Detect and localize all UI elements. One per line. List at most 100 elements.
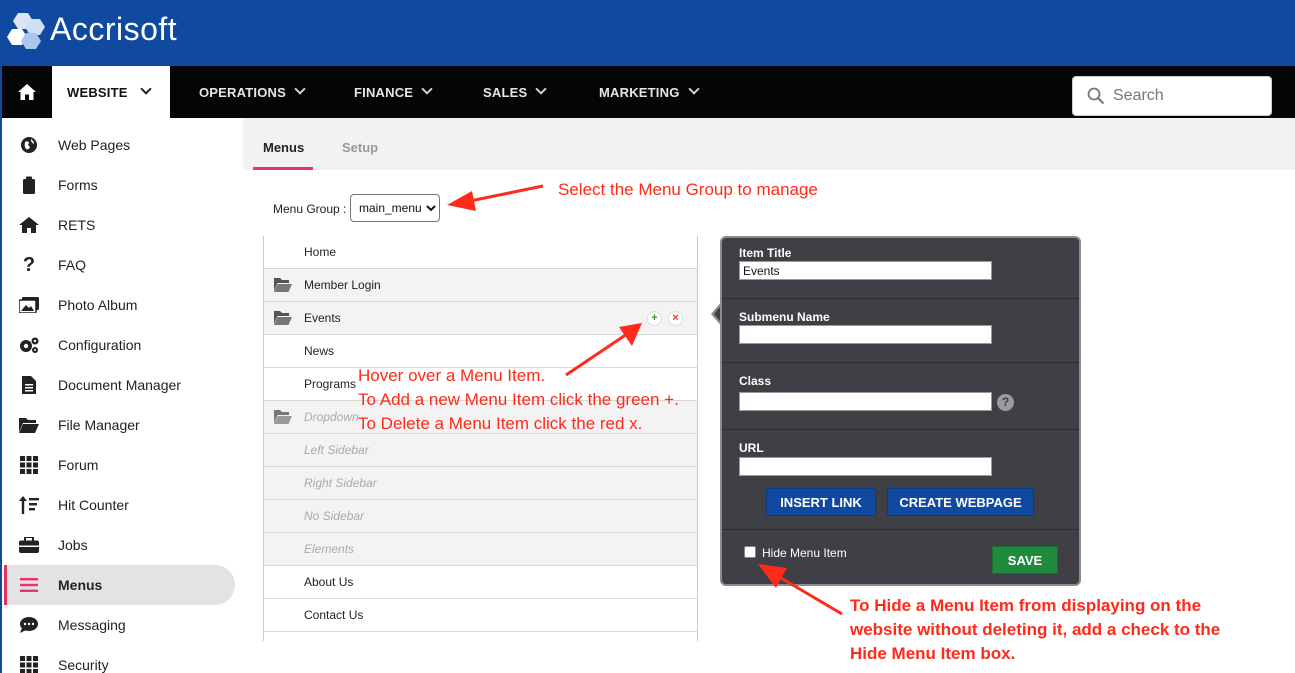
sidebar-item-jobs[interactable]: Jobs [4, 525, 235, 565]
menu-item-label: Programs [304, 377, 357, 391]
divider [722, 529, 1079, 530]
menu-item-label: Contact Us [304, 608, 364, 622]
home-icon [18, 214, 40, 236]
menu-item-label: About Us [304, 575, 354, 589]
sidebar-item-label: File Manager [58, 417, 140, 433]
sidebar-item-label: Menus [58, 577, 103, 593]
submenu-name-input[interactable] [739, 325, 992, 344]
menu-item-about-us[interactable]: About Us [264, 566, 697, 599]
sidebar-item-menus[interactable]: Menus [4, 565, 235, 605]
hide-menu-item-checkbox[interactable] [744, 546, 756, 558]
sidebar-item-document-manager[interactable]: Document Manager [4, 365, 235, 405]
chevron-down-icon [139, 83, 152, 95]
menu-item-label: News [304, 344, 335, 358]
grid-icon [18, 654, 40, 673]
menu-item-list: Home Member Login Events + × News Progra… [263, 236, 698, 641]
brand-name: Accrisoft [50, 11, 178, 47]
annotation-hide-line2: website without deleting it, add a check… [850, 620, 1221, 639]
menu-item-no-sidebar[interactable]: No Sidebar [264, 500, 697, 533]
nav-operations-label: OPERATIONS [199, 84, 286, 100]
chevron-down-icon [421, 83, 433, 95]
menu-item-edit-panel: Item Title Submenu Name Class ? URL INSE… [720, 236, 1081, 586]
menu-group-label: Menu Group : [273, 202, 347, 216]
sidebar-item-label: Forum [58, 457, 99, 473]
item-title-label: Item Title [739, 246, 792, 260]
sidebar-item-security[interactable]: Security [4, 645, 235, 673]
menu-item-contact-us[interactable]: Contact Us [264, 599, 697, 632]
url-label: URL [739, 441, 764, 455]
menu-item-left-sidebar[interactable]: Left Sidebar [264, 434, 697, 467]
sidebar-item-label: Photo Album [58, 297, 138, 313]
menu-icon [18, 574, 40, 596]
sidebar-item-label: FAQ [58, 257, 87, 273]
sidebar-item-forum[interactable]: Forum [4, 445, 235, 485]
nav-finance[interactable]: FINANCE [354, 66, 433, 118]
menu-item-label: Right Sidebar [304, 476, 377, 490]
sidebar-item-configuration[interactable]: Configuration [4, 325, 235, 365]
sidebar-item-faq[interactable]: ? FAQ [4, 245, 235, 285]
menu-item-label: Home [304, 245, 337, 259]
sidebar-item-rets[interactable]: RETS [4, 205, 235, 245]
menu-item-member-login[interactable]: Member Login [264, 269, 697, 302]
sidebar-item-label: Jobs [58, 537, 88, 553]
help-icon[interactable]: ? [997, 394, 1014, 411]
create-webpage-button[interactable]: CREATE WEBPAGE [887, 488, 1034, 516]
nav-sales[interactable]: SALES [483, 66, 548, 118]
menu-item-home[interactable]: Home [264, 236, 697, 269]
delete-item-button[interactable]: × [668, 311, 683, 326]
chat-icon [18, 614, 40, 636]
photo-icon [18, 294, 40, 316]
annotation-hide-line3: Hide Menu Item box. [850, 644, 1016, 663]
sidebar-item-label: RETS [58, 217, 96, 233]
sidebar-item-label: Messaging [58, 617, 126, 633]
sidebar-item-web-pages[interactable]: Web Pages [4, 125, 235, 165]
clipboard-icon [18, 174, 40, 196]
search-input[interactable] [1113, 87, 1263, 105]
divider [722, 362, 1079, 363]
sidebar-item-messaging[interactable]: Messaging [4, 605, 235, 645]
nav-marketing[interactable]: MARKETING [599, 66, 700, 118]
save-button[interactable]: SAVE [992, 546, 1058, 574]
sidebar-item-file-manager[interactable]: File Manager [4, 405, 235, 445]
tab-menus[interactable]: Menus [263, 140, 304, 155]
menu-item-right-sidebar[interactable]: Right Sidebar [264, 467, 697, 500]
menu-item-label: Events [304, 311, 341, 325]
document-icon [18, 374, 40, 396]
menu-item-label: Member Login [304, 278, 381, 292]
search-icon [1087, 87, 1105, 105]
briefcase-icon [18, 534, 40, 556]
menu-group-select[interactable]: main_menu [350, 194, 440, 222]
insert-link-button[interactable]: INSERT LINK [766, 488, 876, 516]
annotation-hover-line1: Hover over a Menu Item. [358, 366, 546, 385]
menu-item-elements[interactable]: Elements [264, 533, 697, 566]
sidebar-item-hit-counter[interactable]: Hit Counter [4, 485, 235, 525]
home-button[interactable] [4, 66, 50, 118]
top-navigation: WEBSITE OPERATIONS FINANCE SALES MARKETI… [0, 66, 1295, 118]
question-icon: ? [22, 253, 36, 276]
menu-item-events[interactable]: Events + × [264, 302, 697, 335]
divider [722, 298, 1079, 299]
sidebar-item-photo-album[interactable]: Photo Album [4, 285, 235, 325]
search-box[interactable] [1072, 76, 1272, 116]
url-input[interactable] [739, 457, 992, 476]
sidebar-item-label: Configuration [58, 337, 142, 353]
nav-marketing-label: MARKETING [599, 84, 680, 100]
sidebar-item-label: Document Manager [58, 377, 181, 393]
home-icon [18, 84, 36, 100]
add-item-button[interactable]: + [647, 311, 662, 326]
nav-website[interactable]: WEBSITE [52, 66, 170, 118]
sidebar-item-label: Security [58, 657, 109, 673]
folder-open-icon [274, 311, 292, 325]
menu-item-label: Dropdown [304, 410, 359, 424]
globe-icon [18, 134, 40, 156]
sidebar-item-label: Forms [58, 177, 98, 193]
folder-open-icon [274, 278, 292, 292]
nav-operations[interactable]: OPERATIONS [199, 66, 306, 118]
sidebar-item-label: Hit Counter [58, 497, 129, 513]
nav-sales-label: SALES [483, 84, 528, 100]
class-input[interactable] [739, 392, 992, 411]
tab-setup[interactable]: Setup [342, 140, 378, 155]
hexagon-logo-icon [7, 13, 45, 49]
item-title-input[interactable] [739, 261, 992, 280]
sidebar-item-forms[interactable]: Forms [4, 165, 235, 205]
